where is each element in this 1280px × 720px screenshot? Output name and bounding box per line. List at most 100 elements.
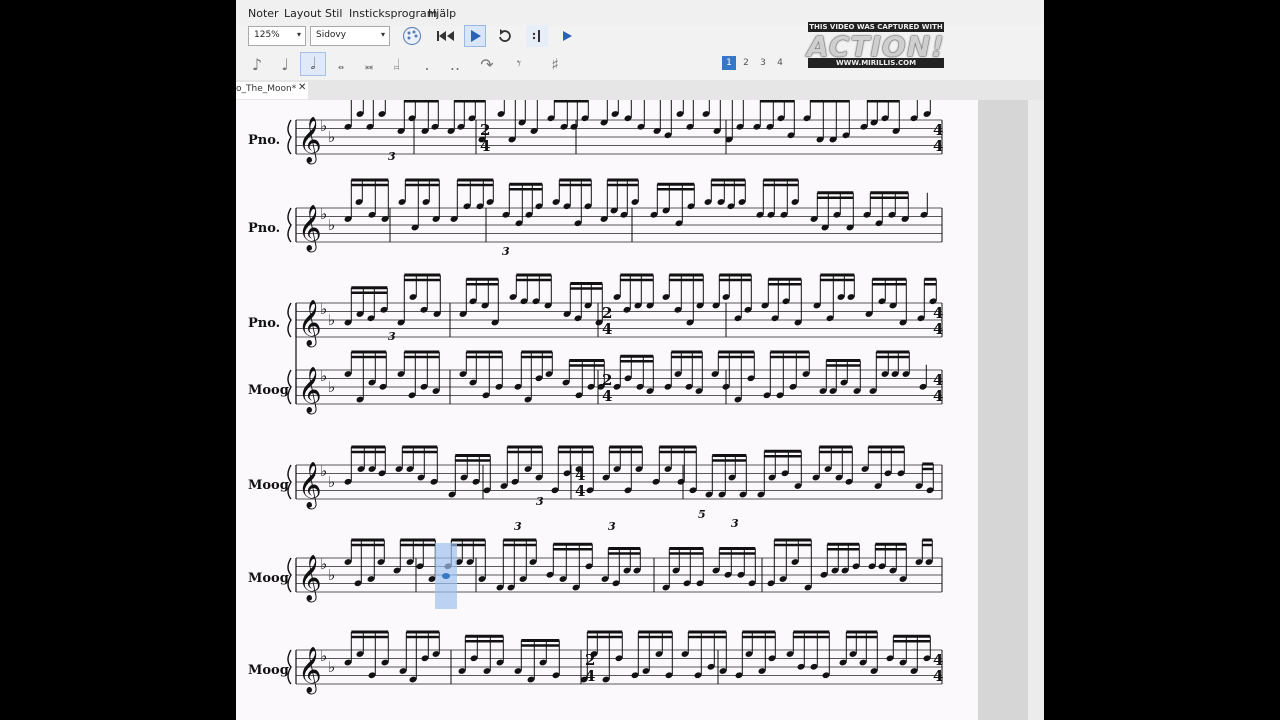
- loop-icon: [499, 29, 511, 42]
- watermark-logo: ACTION!: [807, 30, 945, 63]
- longa-button[interactable]: 𝆷: [384, 52, 410, 76]
- staff-label: Moog: [248, 571, 289, 586]
- staff-bracket: [287, 119, 292, 155]
- staff-label: Pno.: [248, 316, 280, 331]
- menu-layout[interactable]: Layout: [284, 7, 321, 20]
- double-dot-icon: ..: [449, 54, 461, 74]
- chevron-down-icon: ▾: [380, 30, 385, 39]
- time-signature-denominator: 4: [602, 387, 612, 405]
- tuplet-number: 3: [388, 150, 396, 163]
- dot-button[interactable]: .: [414, 52, 440, 76]
- quarter-note-icon: ♩: [281, 54, 289, 74]
- tuplet-number: 3: [388, 330, 396, 343]
- play-icon: [471, 30, 481, 42]
- time-signature-denominator: 4: [480, 137, 490, 155]
- treble-clef: 𝄞: [298, 647, 322, 695]
- loop-button[interactable]: [494, 25, 516, 47]
- time-signature-denominator: 4: [933, 137, 943, 155]
- score-tab-bar: o_The_Moon* ✕: [236, 80, 1044, 101]
- key-flat: ♭: [320, 555, 327, 573]
- whole-note-button[interactable]: 𝅝: [328, 52, 354, 76]
- sharp-button[interactable]: ♯: [542, 52, 568, 76]
- menu-noter[interactable]: Noter: [248, 7, 279, 20]
- vertical-scrollbar[interactable]: [978, 100, 1028, 720]
- quarter-note-button[interactable]: ♩: [272, 52, 298, 76]
- zoom-value: 125%: [254, 30, 280, 40]
- selected-note-head: [442, 573, 450, 579]
- key-flat: ♭: [320, 647, 327, 665]
- sharp-icon: ♯: [551, 54, 559, 74]
- musescore-window: Noter Layout Stil Insticksprogram Hjälp …: [236, 0, 1044, 720]
- treble-clef: 𝄞: [298, 555, 322, 603]
- breve-button[interactable]: 𝅜: [356, 52, 382, 76]
- palette-icon: [402, 26, 422, 46]
- pan-button[interactable]: [556, 25, 578, 47]
- staff-bracket: [287, 207, 292, 243]
- key-flat: ♭: [328, 128, 335, 146]
- longa-icon: 𝆷: [394, 54, 400, 73]
- treble-clef: 𝄞: [298, 117, 322, 165]
- whole-note-icon: 𝅝: [337, 54, 345, 73]
- action-watermark: THIS VIDEO WAS CAPTURED WITH ACTION! WWW…: [806, 20, 946, 70]
- eighth-note-icon: ♪: [251, 54, 263, 74]
- treble-clef: 𝄞: [298, 300, 322, 348]
- key-flat: ♭: [328, 311, 335, 329]
- time-signature-denominator: 4: [602, 320, 612, 338]
- score-page: Pno. 𝄞♭♭ 2444Pno. 𝄞♭♭Pno. 𝄞♭♭ 2444Moog 𝄞♭♭ 2444…: [248, 90, 943, 695]
- time-signature-denominator: 4: [575, 482, 585, 500]
- key-flat: ♭: [328, 473, 335, 491]
- half-note-icon: 𝅗𝅥: [310, 54, 316, 73]
- view-mode-select[interactable]: Sidovy ▾: [310, 26, 390, 46]
- key-flat: ♭: [328, 378, 335, 396]
- time-signature-denominator: 4: [585, 667, 595, 685]
- double-dot-button[interactable]: ..: [442, 52, 468, 76]
- page-2-button[interactable]: 2: [739, 56, 753, 70]
- tie-icon: ↷: [480, 54, 494, 74]
- staff-bracket: [287, 302, 292, 338]
- time-signature-denominator: 4: [933, 667, 943, 685]
- zoom-select[interactable]: 125% ▾: [248, 26, 306, 46]
- repeat-button[interactable]: [526, 25, 548, 47]
- menu-insticksprogram[interactable]: Insticksprogram: [349, 7, 437, 20]
- page-3-button[interactable]: 3: [756, 56, 770, 70]
- play-icon: [563, 31, 572, 41]
- page-4-button[interactable]: 4: [773, 56, 787, 70]
- tuplet-number: 5: [698, 508, 706, 521]
- menu-hjalp[interactable]: Hjälp: [428, 7, 456, 20]
- view-mode-value: Sidovy: [316, 30, 347, 40]
- tuplet-number: 3: [731, 517, 739, 530]
- score-tab-title: o_The_Moon*: [236, 84, 297, 94]
- tie-button[interactable]: ↷: [474, 52, 500, 76]
- menu-stil[interactable]: Stil: [325, 7, 342, 20]
- close-icon[interactable]: ✕: [298, 82, 306, 93]
- time-signature-denominator: 4: [933, 387, 943, 405]
- staff-label: Moog: [248, 663, 289, 678]
- key-flat: ♭: [320, 300, 327, 318]
- staff-label: Pno.: [248, 221, 280, 236]
- staff-label: Moog: [248, 478, 289, 493]
- treble-clef: 𝄞: [298, 462, 322, 510]
- chevron-down-icon: ▾: [296, 30, 301, 39]
- rest-icon: 𝄾: [516, 54, 522, 73]
- tuplet-number: 3: [502, 245, 510, 258]
- breve-icon: 𝅜: [364, 54, 374, 73]
- play-button[interactable]: [464, 25, 486, 47]
- staff-label: Moog: [248, 383, 289, 398]
- tuplet-number: 3: [514, 520, 522, 533]
- window-edge: [1028, 100, 1044, 720]
- image-capture-button[interactable]: [401, 25, 423, 47]
- key-flat: ♭: [320, 462, 327, 480]
- rewind-icon: [437, 31, 454, 41]
- rest-button[interactable]: 𝄾: [506, 52, 532, 76]
- eighth-note-button[interactable]: ♪: [244, 52, 270, 76]
- score-canvas[interactable]: Pno. 𝄞 ♭ ♭ 2 4 4 4 Pno. 𝄞 ♭ ♭ Pno. 𝄞 ♭ ♭ 2 4 4 4 Moog 𝄞 ♭ ♭ 2 4 4 4…: [236, 90, 978, 720]
- time-signature-denominator: 4: [933, 320, 943, 338]
- half-note-button[interactable]: 𝅗𝅥: [300, 52, 326, 76]
- rewind-button[interactable]: [435, 25, 457, 47]
- staff-label: Pno.: [248, 133, 280, 148]
- tuplet-number: 3: [536, 495, 544, 508]
- treble-clef: 𝄞: [298, 367, 322, 415]
- watermark-url: WWW.MIRILLIS.COM: [808, 58, 944, 68]
- key-flat: ♭: [328, 658, 335, 676]
- page-1-button[interactable]: 1: [722, 56, 736, 70]
